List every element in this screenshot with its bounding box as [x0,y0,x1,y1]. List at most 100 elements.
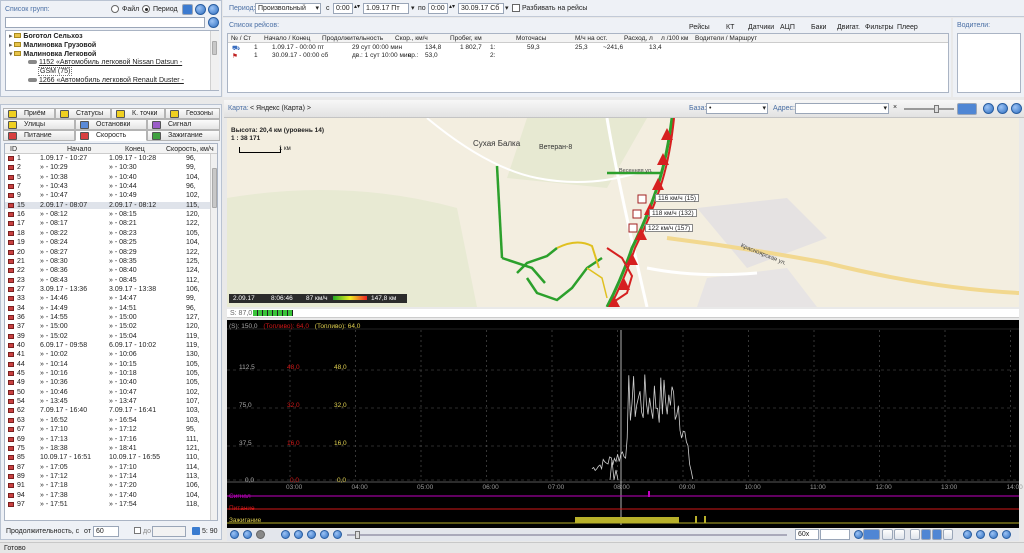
speed-row[interactable]: 9 » - 10:47 » - 10:49 102, [5,192,211,200]
speed-row[interactable]: 1 1.09.17 - 10:27 1.09.17 - 10:28 96, [5,155,211,163]
graph-rewind-button[interactable] [294,530,303,539]
graph-mode-button-3[interactable] [894,529,905,540]
speed-row[interactable]: 45 » - 10:16 » - 10:18 105, [5,370,211,378]
graph-stop-button[interactable] [256,530,265,539]
speed-row[interactable]: 40 6.09.17 - 09:58 6.09.17 - 10:02 119, [5,342,211,350]
tab-streets[interactable]: Улицы [3,119,75,130]
graph-position-slider[interactable] [347,531,787,539]
speed-row[interactable]: 87 » - 17:05 » - 17:10 114, [5,464,211,472]
speed-row[interactable]: 62 7.09.17 - 16:40 7.09.17 - 16:41 103, [5,407,211,415]
speed-row[interactable]: 89 » - 17:12 » - 17:14 113, [5,473,211,481]
speed-row[interactable]: 67 » - 17:10 » - 17:12 95, [5,426,211,434]
col-header-duration[interactable]: Продолжительность [322,35,383,42]
speed-row[interactable]: 75 » - 18:38 » - 18:41 121, [5,445,211,453]
tab-adc[interactable]: АЦП [780,24,795,31]
speed-row[interactable]: 16 » - 08:12 » - 08:15 120, [5,211,211,219]
trip-row[interactable]: ⛟ 1 1.09.17 - 00:00 пт 29 сут 00:00 мин … [228,44,948,52]
graph-prev-button[interactable] [230,530,239,539]
speed-row[interactable]: 2 » - 10:29 » - 10:30 99, [5,164,211,172]
address-clear-button[interactable]: × [893,104,897,111]
tab-player[interactable]: Плеер [897,24,918,31]
address-input[interactable]: ▾ [795,103,889,114]
speed-chip[interactable]: 122 км/ч (157) [645,224,694,232]
tree-item-malinovka-car[interactable]: ▾ Малиновка Легковой [9,50,96,58]
tab-speed[interactable]: Скорость [75,130,147,141]
speed-row[interactable]: 94 » - 17:38 » - 17:40 104, [5,492,211,500]
col-speed[interactable]: Скорость, км/ч [166,146,214,153]
speed-row[interactable]: 37 » - 15:00 » - 15:02 120, [5,323,211,331]
tab-checkpoints[interactable]: КТ [726,24,734,31]
groups-tree-scrollbar[interactable] [210,31,219,90]
col-end[interactable]: Конец [125,146,145,153]
tree-item-gsm[interactable]: GSM (75) [38,67,73,76]
speed-row[interactable]: 49 » - 10:36 » - 10:40 105, [5,379,211,387]
graph-first-button[interactable] [281,530,290,539]
speed-row[interactable]: 17 » - 08:17 » - 08:21 122, [5,220,211,228]
speed-row[interactable]: 91 » - 17:18 » - 17:20 106, [5,482,211,490]
tree-item-malinovka-cargo[interactable]: ▸ Малиновка Грузовой [9,41,96,49]
graph-forward-button[interactable] [320,530,329,539]
speed-chip[interactable]: 118 км/ч (132) [649,209,697,217]
tab-signal[interactable]: Сигнал [147,119,220,130]
map-settings-button[interactable] [1011,103,1022,114]
trip-row[interactable]: ⚑ 1 30.09.17 - 00:00 сб дв.: 1 сут 10:00… [228,52,948,60]
speed-row[interactable]: 85 10.09.17 - 16:51 10.09.17 - 16:55 110, [5,454,211,462]
graph-zoom-select[interactable]: 60x [795,529,819,540]
graph-mode-button-6[interactable] [932,529,942,540]
speed-row[interactable]: 15 2.09.17 - 08:07 2.09.17 - 08:12 115, [5,201,211,210]
map-view[interactable]: Высота: 20,4 км (уровень 14) 1 : 38 171 … [227,118,1019,307]
speed-row[interactable]: 39 » - 15:02 » - 15:04 119, [5,333,211,341]
col-start[interactable]: Начало [67,146,91,153]
tree-item-vehicle-1266[interactable]: 1266 «Автомобиль легковой Renault Duster… [28,77,184,84]
to-date-input[interactable]: 30.09.17 Сб [458,3,504,14]
to-time-input[interactable]: 0:00 [428,3,448,14]
tab-geozones[interactable]: Геозоны [165,108,220,119]
tab-statuses[interactable]: Статусы [55,108,111,119]
speed-row[interactable]: 33 » - 14:46 » - 14:47 99, [5,295,211,303]
graph-zoom-out-button[interactable] [854,530,863,539]
speed-row[interactable]: 18 » - 08:22 » - 08:23 105, [5,230,211,238]
groups-settings-button[interactable] [208,4,219,15]
groups-toggle-button[interactable] [182,4,193,15]
duration-to-input[interactable] [152,526,186,537]
from-time-spin[interactable]: ▴▾ [354,3,360,10]
groups-refresh-button[interactable] [195,4,206,15]
tab-filters[interactable]: Фильтры [865,24,894,31]
tab-reception[interactable]: Приём [3,108,55,119]
col-header-per100[interactable]: л /100 км [661,35,688,42]
graph-play-button[interactable] [307,530,316,539]
mode-file-radio[interactable] [111,5,119,13]
speed-row[interactable]: 23 » - 08:43 » - 08:45 112, [5,277,211,285]
graph-export-button[interactable] [963,530,972,539]
tab-trips[interactable]: Рейсы [689,24,710,31]
graph-mode-button-7[interactable] [943,529,953,540]
mode-period-radio[interactable] [142,5,150,13]
graph-next-button[interactable] [243,530,252,539]
speed-chip[interactable]: 116 км/ч (15) [655,194,700,202]
duration-to-checkbox[interactable] [134,527,141,534]
speed-row[interactable]: 7 » - 10:43 » - 10:44 96, [5,183,211,191]
split-trips-checkbox[interactable] [512,4,520,12]
graph-mode-button-2[interactable] [882,529,893,540]
to-time-spin[interactable]: ▴▾ [449,3,455,10]
speed-table-scrollbar[interactable] [210,154,217,520]
speed-row[interactable]: 97 » - 17:51 » - 17:54 118, [5,501,211,509]
from-time-input[interactable]: 0:00 [333,3,353,14]
speed-row[interactable]: 21 » - 08:30 » - 08:35 125, [5,258,211,266]
groups-search-button[interactable] [208,17,219,28]
tree-item-bogotol[interactable]: ▸ Боготол Сельхоз [9,32,83,40]
tab-ignition[interactable]: Зажигание [147,130,220,141]
tab-tanks[interactable]: Баки [811,24,826,31]
tab-power[interactable]: Питание [3,130,75,141]
graph-settings-button[interactable] [1002,530,1011,539]
to-date-dropdown[interactable]: ▾ [505,4,509,12]
speed-row[interactable]: 63 » - 16:52 » - 16:54 103, [5,417,211,425]
col-id[interactable]: ID [10,146,17,153]
tree-item-vehicle-1152[interactable]: 1152 «Автомобиль легковой Nissan Datsun … [28,59,182,66]
speed-row[interactable]: 50 » - 10:46 » - 10:47 102, [5,389,211,397]
graph-mode-button-4[interactable] [910,529,920,540]
speed-row[interactable]: 54 » - 13:45 » - 13:47 107, [5,398,211,406]
col-header-motohours[interactable]: Моточасы [516,35,546,42]
col-header-mileage[interactable]: Пробег, км [450,35,482,42]
tab-sensors[interactable]: Датчики [748,24,774,31]
